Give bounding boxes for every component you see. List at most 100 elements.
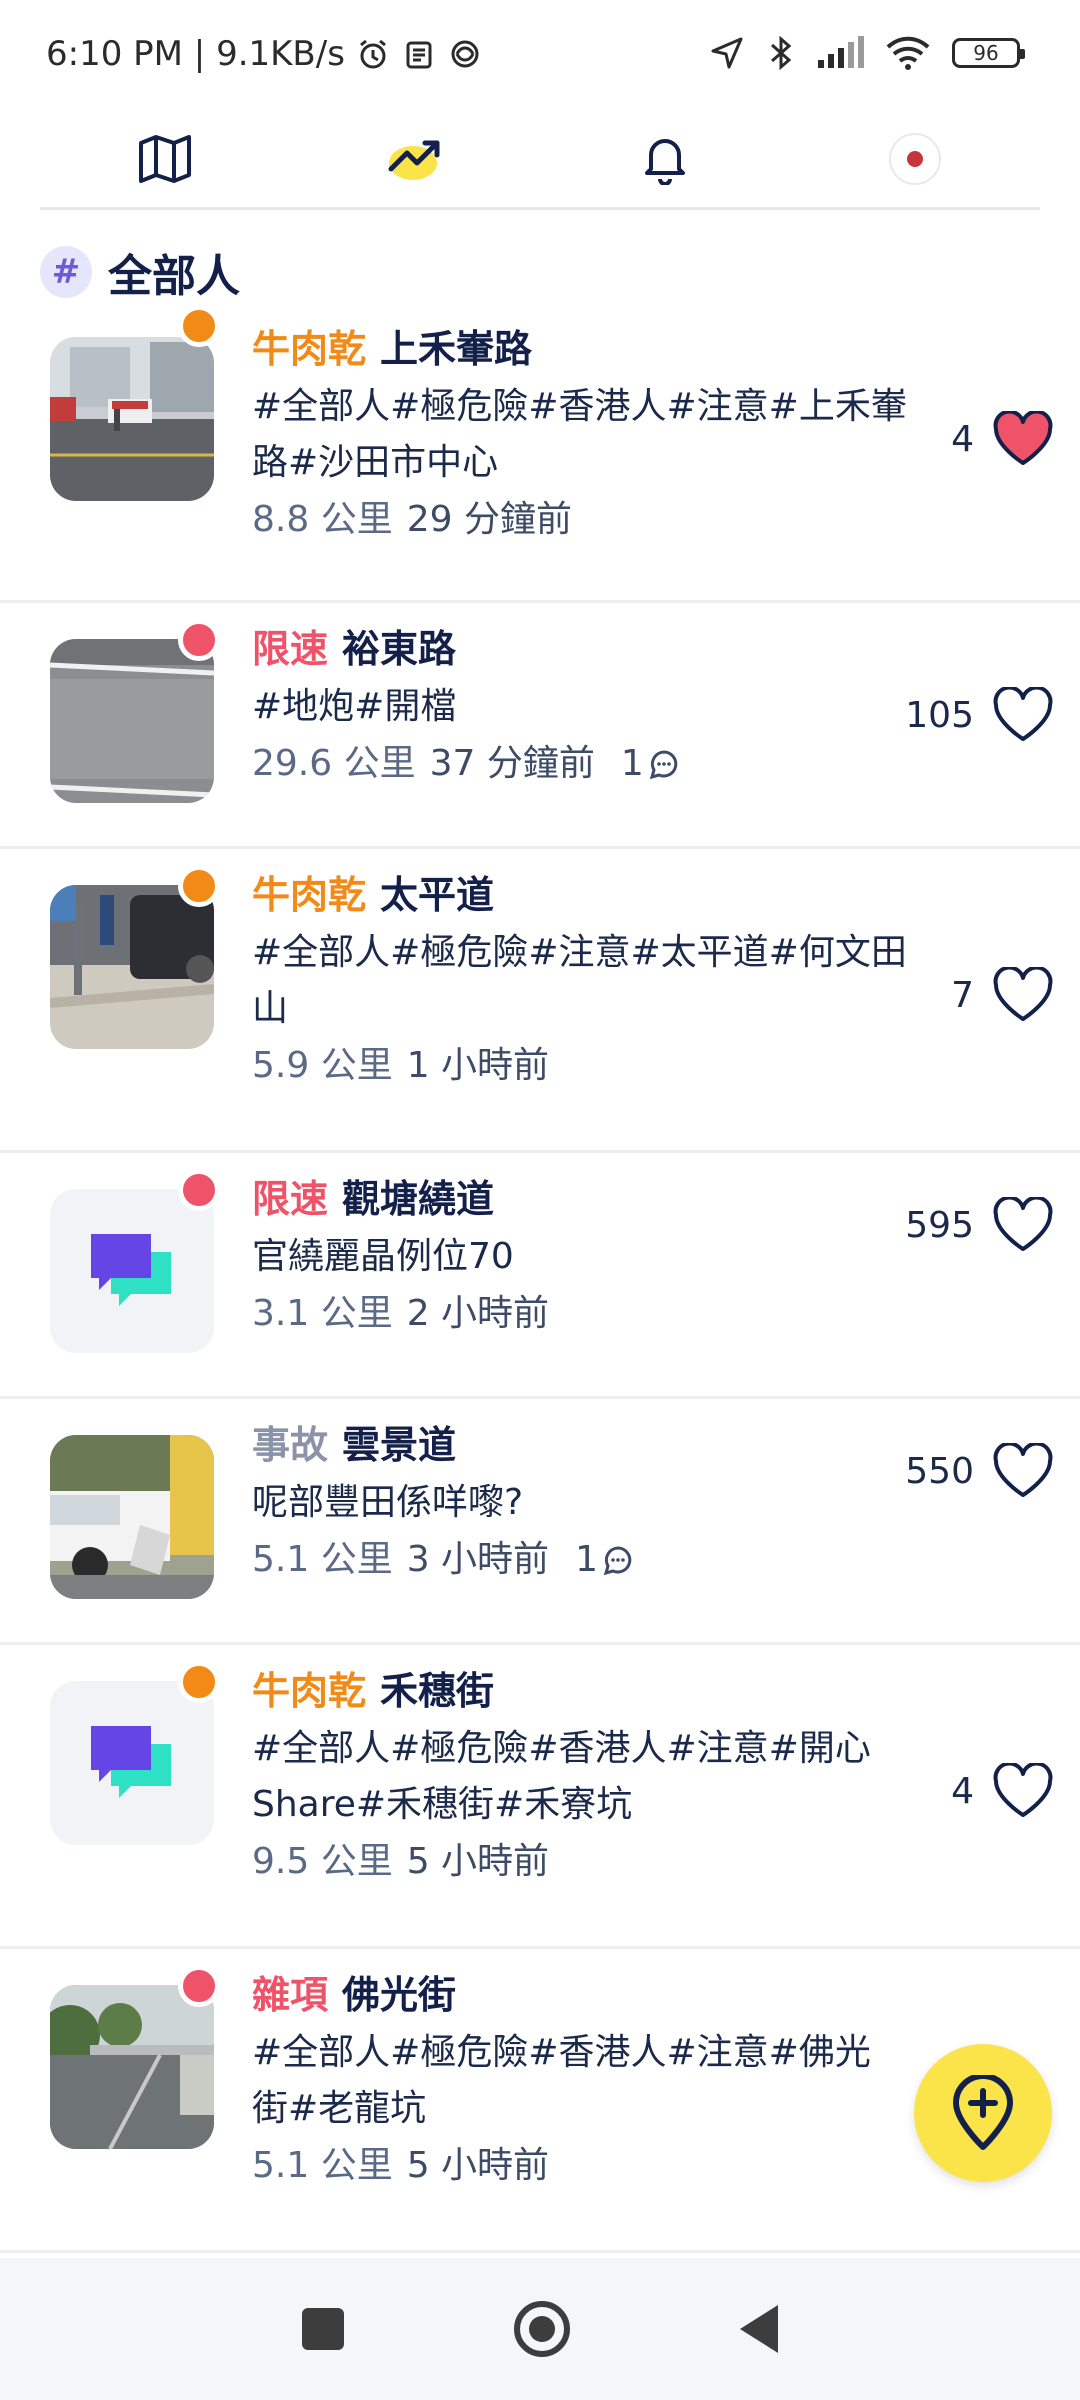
distance: 9.5 公里: [252, 1841, 393, 1882]
timestamp: 3 小時前: [406, 1539, 550, 1580]
system-navigation-bar: [0, 2258, 1080, 2400]
report-meta: 5.9 公里 1 小時前: [252, 1041, 932, 1091]
report-content[interactable]: 限速 裕東路 #地炮#開檔 29.6 公里 37 分鐘前 1: [252, 625, 932, 789]
feed-item[interactable]: 牛肉乾 上禾輋路 #全部人#極危險#香港人#注意#上禾輋 路#沙田市中心 8.8 …: [0, 305, 1080, 603]
signal-icon: [818, 36, 864, 68]
report-title: 事故 雲景道: [252, 1421, 932, 1469]
report-category: 限速: [252, 627, 329, 671]
report-category: 牛肉乾: [252, 327, 367, 371]
like-control[interactable]: 595: [905, 1197, 1054, 1253]
report-placeholder-image[interactable]: [50, 1681, 214, 1845]
add-report-button[interactable]: [914, 2044, 1052, 2182]
chat-bubbles-icon: [91, 1234, 171, 1306]
alarm-icon: [360, 39, 386, 69]
battery-indicator: 96: [952, 38, 1025, 68]
map-tab[interactable]: [117, 119, 213, 199]
heart-filled-icon[interactable]: [992, 411, 1054, 467]
news-icon: [406, 41, 432, 69]
feed-item[interactable]: 牛肉乾 太平道 #全部人#極危險#注意#太平道#何文田 山 5.9 公里 1 小時…: [0, 849, 1080, 1153]
report-placeholder-image[interactable]: [50, 1189, 214, 1353]
feed-item[interactable]: 事故 雲景道 呢部豐田係咩嚟? 5.1 公里 3 小時前 1 550: [0, 1399, 1080, 1645]
location-add-icon: [953, 2075, 1013, 2150]
report-place: 太平道: [380, 873, 495, 917]
feed-item[interactable]: 限速 裕東路 #地炮#開檔 29.6 公里 37 分鐘前 1 105: [0, 603, 1080, 849]
channel-header[interactable]: # 全部人: [40, 240, 240, 304]
description-line: #全部人#極危險#香港人#注意#開心: [252, 1728, 871, 1769]
report-content[interactable]: 牛肉乾 太平道 #全部人#極危險#注意#太平道#何文田 山 5.9 公里 1 小時…: [252, 871, 932, 1091]
like-control[interactable]: 550: [905, 1443, 1054, 1499]
report-photo[interactable]: [50, 337, 214, 501]
report-content[interactable]: 限速 觀塘繞道 官繞麗晶例位70 3.1 公里 2 小時前: [252, 1175, 932, 1339]
comment-count-value: 1: [575, 1539, 598, 1580]
heart-icon[interactable]: [992, 967, 1054, 1023]
report-meta: 29.6 公里 37 分鐘前 1: [252, 739, 932, 789]
like-control[interactable]: 7: [951, 967, 1054, 1023]
description-line: Share#禾穗街#禾寮坑: [252, 1784, 633, 1825]
app-notification-icon: [451, 40, 479, 68]
description-line: #全部人#極危險#香港人#注意#上禾輋: [252, 386, 907, 427]
distance: 5.9 公里: [252, 1045, 393, 1086]
police-photo-image: [50, 885, 214, 1049]
report-meta: 3.1 公里 2 小時前: [252, 1289, 932, 1339]
like-control[interactable]: 105: [905, 687, 1054, 743]
report-title: 牛肉乾 上禾輋路: [252, 325, 932, 373]
like-count: 7: [951, 974, 974, 1016]
street-photo-image: [50, 337, 214, 501]
trending-tab[interactable]: [367, 119, 463, 199]
feed-item[interactable]: 牛肉乾 禾穗街 #全部人#極危險#香港人#注意#開心 Share#禾穗街#禾寮坑 …: [0, 1645, 1080, 1949]
description-line: #全部人#極危險#香港人#注意#佛光: [252, 2032, 871, 2073]
report-meta: 9.5 公里 5 小時前: [252, 1837, 932, 1887]
heart-icon[interactable]: [992, 1197, 1054, 1253]
like-control[interactable]: 4: [951, 1763, 1054, 1819]
report-feed: 牛肉乾 上禾輋路 #全部人#極危險#香港人#注意#上禾輋 路#沙田市中心 8.8 …: [0, 305, 1080, 2253]
channel-title: 全部人: [108, 251, 240, 302]
report-meta: 5.1 公里 3 小時前 1: [252, 1535, 932, 1585]
report-content[interactable]: 事故 雲景道 呢部豐田係咩嚟? 5.1 公里 3 小時前 1: [252, 1421, 932, 1585]
description-line: #地炮#開檔: [252, 686, 457, 727]
description-line: #全部人#極危險#注意#太平道#何文田: [252, 932, 907, 973]
report-place: 禾穗街: [380, 1669, 495, 1713]
comment-count[interactable]: 1: [575, 1535, 634, 1585]
recent-apps-button[interactable]: [302, 2308, 344, 2350]
road-photo-image: [50, 639, 214, 803]
timestamp: 1 小時前: [406, 1045, 550, 1086]
report-category: 牛肉乾: [252, 1669, 367, 1713]
heart-icon[interactable]: [992, 1763, 1054, 1819]
home-button[interactable]: [514, 2301, 570, 2357]
report-content[interactable]: 牛肉乾 上禾輋路 #全部人#極危險#香港人#注意#上禾輋 路#沙田市中心 8.8 …: [252, 325, 932, 545]
profile-tab[interactable]: [867, 119, 963, 199]
notifications-tab[interactable]: [617, 119, 713, 199]
report-description: #全部人#極危險#香港人#注意#開心 Share#禾穗街#禾寮坑: [252, 1721, 932, 1833]
avatar: [889, 132, 941, 185]
feed-item[interactable]: 限速 觀塘繞道 官繞麗晶例位70 3.1 公里 2 小時前 595: [0, 1153, 1080, 1399]
report-photo[interactable]: [50, 639, 214, 803]
report-content[interactable]: 牛肉乾 禾穗街 #全部人#極危險#香港人#注意#開心 Share#禾穗街#禾寮坑 …: [252, 1667, 932, 1887]
report-content[interactable]: 雜項 佛光街 #全部人#極危險#香港人#注意#佛光 街#老龍坑 5.1 公里 5 …: [252, 1971, 932, 2191]
timestamp: 5 小時前: [406, 1841, 550, 1882]
report-photo[interactable]: [50, 885, 214, 1049]
status-badge: [178, 619, 220, 661]
heart-icon[interactable]: [992, 1443, 1054, 1499]
heart-icon[interactable]: [992, 687, 1054, 743]
timestamp: 2 小時前: [406, 1293, 550, 1334]
report-category: 限速: [252, 1177, 329, 1221]
avatar-logo: [907, 150, 923, 167]
report-photo[interactable]: [50, 1435, 214, 1599]
like-control[interactable]: 4: [951, 411, 1054, 467]
report-description: #全部人#極危險#香港人#注意#上禾輋 路#沙田市中心: [252, 379, 932, 491]
timestamp: 37 分鐘前: [429, 743, 595, 784]
status-left: 6:10 PM | 9.1KB/s: [46, 34, 483, 74]
report-category: 雜項: [252, 1973, 329, 2017]
accident-photo-image: [50, 1435, 214, 1599]
trending-icon: [388, 140, 440, 180]
bluetooth-icon: [771, 35, 792, 71]
back-button[interactable]: [740, 2305, 778, 2353]
report-photo[interactable]: [50, 1985, 214, 2149]
report-meta: 5.1 公里 5 小時前: [252, 2141, 932, 2191]
status-bar: 6:10 PM | 9.1KB/s 96: [0, 0, 1080, 110]
wifi-icon: [886, 36, 930, 70]
like-count: 550: [905, 1450, 974, 1492]
description-line: 山: [252, 988, 289, 1029]
report-description: 官繞麗晶例位70: [252, 1229, 932, 1285]
comment-count[interactable]: 1: [621, 739, 680, 789]
